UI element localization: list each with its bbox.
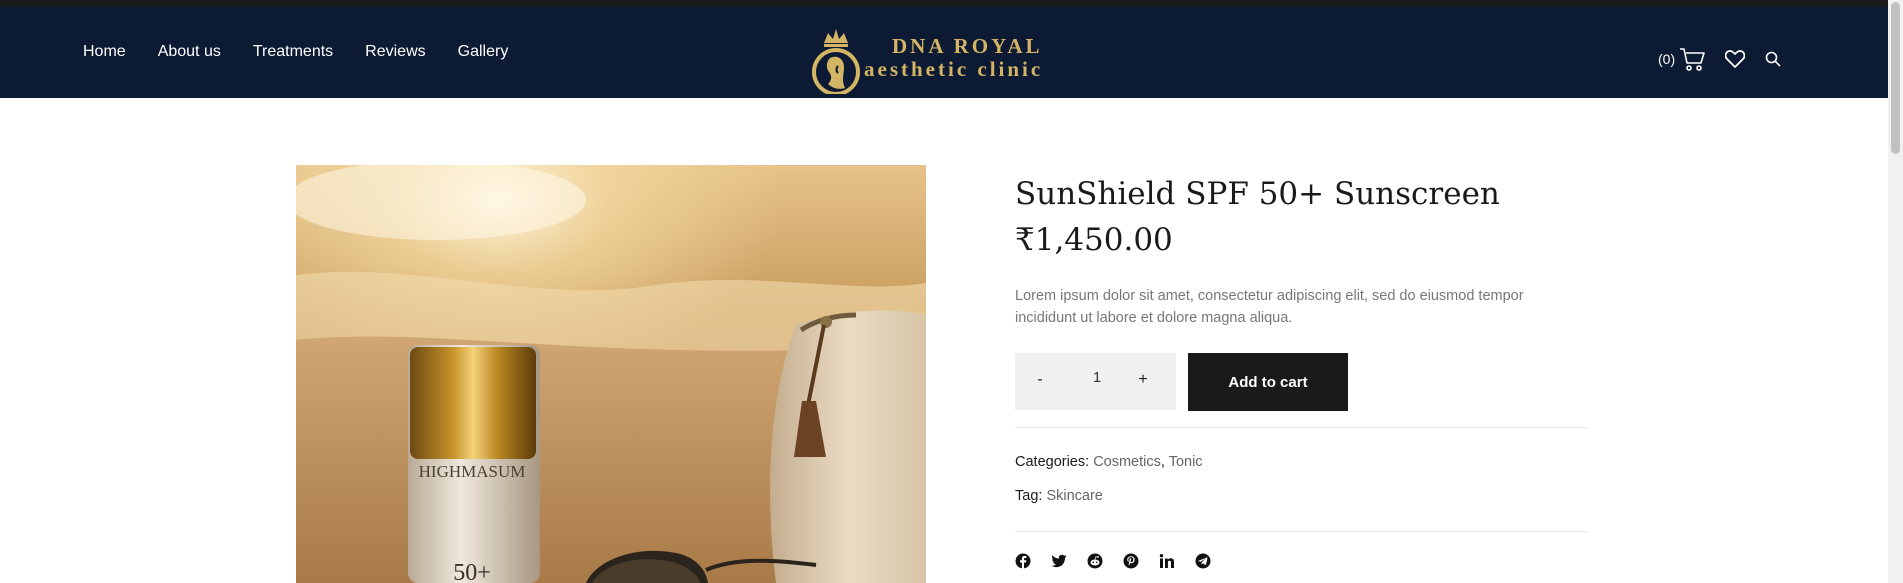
- logo-text: DNA ROYAL aesthetic clinic: [864, 35, 1043, 81]
- category-link-cosmetics[interactable]: Cosmetics: [1093, 454, 1161, 470]
- nav-home[interactable]: Home: [83, 43, 126, 61]
- product-categories: Categories: Cosmetics, Tonic: [1015, 454, 1203, 470]
- divider-bottom: [1015, 531, 1587, 532]
- main-nav: Home About us Treatments Reviews Gallery: [83, 43, 540, 61]
- logo-subtitle: aesthetic clinic: [864, 57, 1044, 81]
- quantity-input[interactable]: [1070, 368, 1124, 387]
- top-strip: [0, 0, 1903, 7]
- bottle-spf-text: 50+: [453, 560, 491, 583]
- categories-label: Categories:: [1015, 454, 1090, 470]
- linkedin-icon[interactable]: [1159, 553, 1175, 569]
- facebook-icon[interactable]: [1015, 553, 1031, 569]
- bottle-brand-text: HIGHMASUM: [419, 462, 526, 481]
- tag-link-skincare[interactable]: Skincare: [1046, 488, 1102, 504]
- cart-icon[interactable]: [1679, 47, 1705, 71]
- crown-face-logo-icon: [812, 29, 860, 96]
- quantity-increase-button[interactable]: +: [1133, 371, 1153, 389]
- nav-gallery[interactable]: Gallery: [458, 43, 509, 61]
- product-tags: Tag: Skincare: [1015, 488, 1103, 504]
- twitter-icon[interactable]: [1051, 553, 1067, 569]
- nav-treatments[interactable]: Treatments: [253, 43, 333, 61]
- product-description: Lorem ipsum dolor sit amet, consectetur …: [1015, 288, 1524, 326]
- product-image: HIGHMASUM 50+: [296, 165, 926, 583]
- share-links: [1015, 553, 1211, 569]
- clinic-logo[interactable]: DNA ROYAL aesthetic clinic: [808, 22, 1068, 96]
- nav-reviews[interactable]: Reviews: [365, 43, 425, 61]
- search-icon[interactable]: [1765, 51, 1781, 67]
- quantity-stepper: - +: [1015, 353, 1176, 410]
- category-separator: ,: [1160, 454, 1165, 470]
- product-price: ₹1,450.00: [1015, 222, 1173, 258]
- divider-top: [1015, 427, 1587, 428]
- telegram-icon[interactable]: [1195, 553, 1211, 569]
- navbar: Home About us Treatments Reviews Gallery…: [0, 7, 1903, 98]
- heart-icon[interactable]: [1725, 50, 1746, 68]
- tag-label: Tag:: [1015, 488, 1043, 504]
- logo-title: DNA ROYAL: [892, 34, 1043, 58]
- quantity-decrease-button[interactable]: -: [1030, 371, 1050, 389]
- add-to-cart-button[interactable]: Add to cart: [1188, 353, 1348, 411]
- reddit-icon[interactable]: [1087, 553, 1103, 569]
- nav-about-us[interactable]: About us: [158, 43, 221, 61]
- header-actions: (0): [1658, 47, 1781, 71]
- scrollbar-thumb[interactable]: [1891, 2, 1900, 154]
- page-scrollbar[interactable]: [1888, 0, 1903, 583]
- cart-count: (0): [1658, 51, 1676, 67]
- category-link-tonic[interactable]: Tonic: [1169, 454, 1203, 470]
- product-title: SunShield SPF 50+ Sunscreen: [1015, 176, 1500, 212]
- pinterest-icon[interactable]: [1123, 553, 1139, 569]
